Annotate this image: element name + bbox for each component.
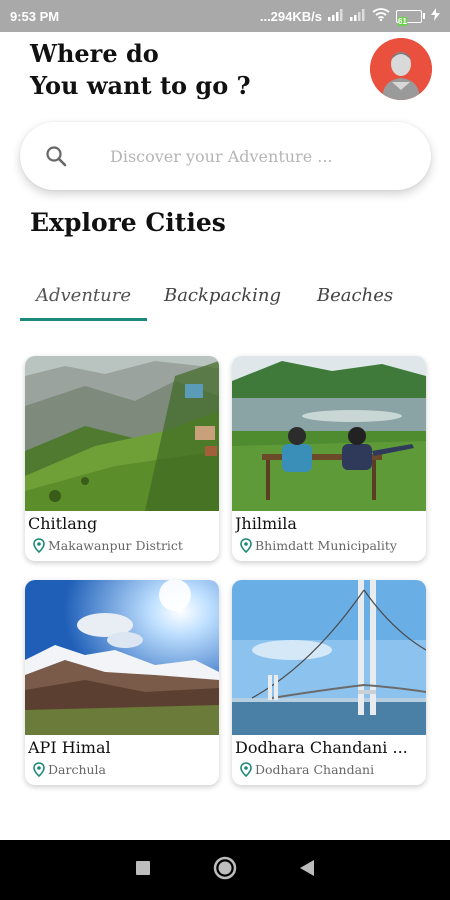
category-tabs: Adventure Backpacking Beaches bbox=[20, 270, 430, 322]
signal-icon bbox=[328, 8, 344, 24]
back-triangle-icon bbox=[300, 860, 314, 876]
city-location-text: Darchula bbox=[48, 762, 107, 777]
city-card-jhilmila[interactable]: Jhilmila Bhimdatt Municipality bbox=[232, 356, 426, 561]
city-name: Chitlang bbox=[28, 514, 98, 533]
city-card-chitlang[interactable]: Chitlang Makawanpur District bbox=[25, 356, 219, 561]
circle-icon bbox=[213, 856, 237, 880]
city-location: Makawanpur District bbox=[33, 538, 183, 553]
city-location: Bhimdatt Municipality bbox=[240, 538, 397, 553]
back-button[interactable] bbox=[299, 859, 315, 881]
location-pin-icon bbox=[33, 762, 45, 777]
city-photo bbox=[25, 356, 219, 511]
status-icons: ...294KB/s 61 bbox=[259, 8, 440, 26]
status-time: 9:53 PM bbox=[10, 8, 60, 24]
search-input[interactable] bbox=[110, 146, 410, 166]
city-photo bbox=[232, 356, 426, 511]
system-navigation-bar bbox=[0, 840, 450, 900]
charging-icon bbox=[431, 8, 440, 24]
location-pin-icon bbox=[33, 538, 45, 553]
signal-icon-2 bbox=[350, 8, 366, 24]
square-icon bbox=[136, 861, 150, 875]
city-photo bbox=[25, 580, 219, 735]
title-line-2: You want to go ? bbox=[30, 71, 251, 100]
location-pin-icon bbox=[240, 762, 252, 777]
city-location-text: Bhimdatt Municipality bbox=[255, 538, 397, 553]
avatar[interactable] bbox=[370, 38, 432, 100]
battery-icon: 61 bbox=[396, 9, 425, 26]
network-speed: ...294KB/s bbox=[259, 8, 322, 24]
home-button[interactable] bbox=[213, 856, 237, 884]
location-pin-icon bbox=[240, 538, 252, 553]
city-photo bbox=[232, 580, 426, 735]
city-location-text: Makawanpur District bbox=[48, 538, 183, 553]
page-title: Where do You want to go ? bbox=[30, 38, 251, 102]
tab-beaches[interactable]: Beaches bbox=[310, 270, 400, 320]
tab-backpacking[interactable]: Backpacking bbox=[160, 270, 285, 320]
title-line-1: Where do bbox=[30, 39, 159, 68]
status-bar: 9:53 PM ...294KB/s 61 bbox=[0, 0, 450, 32]
battery-level: 61 bbox=[398, 16, 407, 26]
city-card-dodhara-chandani[interactable]: Dodhara Chandani ... Dodhara Chandani bbox=[232, 580, 426, 785]
city-name: Jhilmila bbox=[235, 514, 297, 533]
recents-button[interactable] bbox=[135, 860, 151, 880]
city-location-text: Dodhara Chandani bbox=[255, 762, 375, 777]
active-tab-indicator bbox=[20, 318, 147, 321]
tab-adventure[interactable]: Adventure bbox=[20, 270, 147, 320]
search-bar[interactable] bbox=[20, 122, 431, 190]
city-location: Darchula bbox=[33, 762, 106, 777]
city-name: API Himal bbox=[28, 738, 111, 757]
search-icon[interactable] bbox=[42, 142, 70, 170]
wifi-icon bbox=[372, 8, 390, 24]
user-avatar-icon bbox=[370, 38, 432, 100]
section-title: Explore Cities bbox=[30, 208, 226, 237]
city-card-api-himal[interactable]: API Himal Darchula bbox=[25, 580, 219, 785]
city-location: Dodhara Chandani bbox=[240, 762, 374, 777]
city-name: Dodhara Chandani ... bbox=[235, 738, 408, 757]
